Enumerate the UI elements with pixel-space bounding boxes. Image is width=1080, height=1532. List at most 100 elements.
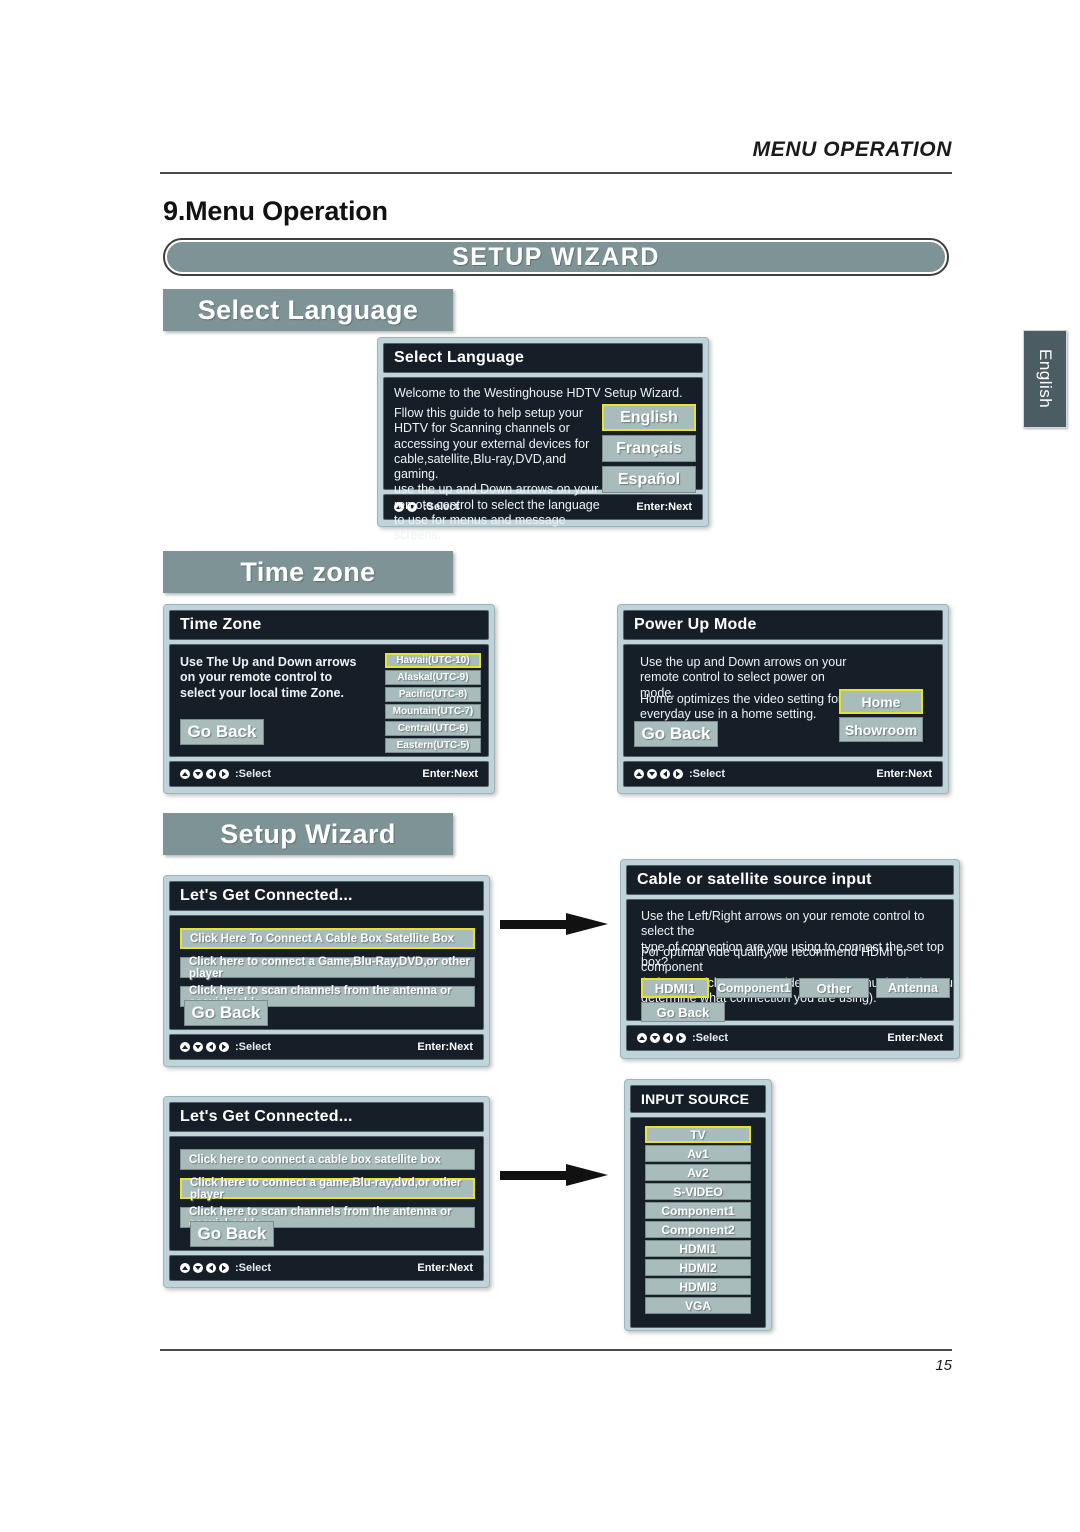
time-zone-option-eastern[interactable]: Eastern(UTC-5)	[385, 738, 481, 753]
chapter-title-text: Menu Operation	[185, 196, 388, 226]
osd-lets-get-connected-1: Let's Get Connected... Click Here To Con…	[163, 875, 490, 1067]
page-number: 15	[935, 1357, 952, 1374]
section-header-setup-wizard: Setup Wizard	[163, 813, 453, 855]
input-source-option-av1[interactable]: Av1	[645, 1145, 751, 1162]
select-language-line-1: Fllow this guide to help setup your	[394, 406, 583, 420]
section-header-select-language: Select Language	[163, 289, 453, 331]
osd-select-language: Select Language Welcome to the Westingho…	[377, 337, 709, 542]
input-source-option-s-video[interactable]: S-VIDEO	[645, 1183, 751, 1200]
osd-time-zone: Time Zone Use The Up and Down arrows on …	[163, 604, 495, 794]
cable-source-option-hdmi1[interactable]: HDMI1	[641, 978, 709, 998]
chapter-number: 9.	[163, 196, 186, 226]
select-language-line-8: to use for menus and message screens.	[394, 512, 566, 542]
osd-cable-source-body: Use the Left/Right arrows on your remote…	[626, 899, 954, 1022]
nav-down-icon	[647, 769, 657, 779]
cable-source-go-back-button[interactable]: Go Back	[641, 1002, 725, 1022]
language-option-espanol[interactable]: Español	[602, 466, 696, 493]
nav-up-icon	[634, 769, 644, 779]
input-source-option-av2[interactable]: Av2	[645, 1164, 751, 1181]
cable-source-option-antenna[interactable]: Antenna	[876, 978, 950, 998]
manual-page: MENU OPERATION 9.Menu Operation SETUP WI…	[0, 0, 1080, 1532]
footer-next-label: Enter:Next	[636, 501, 692, 513]
footer-next-label: Enter:Next	[422, 768, 478, 780]
power-up-mode-option-showroom[interactable]: Showroom	[839, 717, 923, 742]
language-option-english[interactable]: English	[602, 404, 696, 431]
connect-option-game-player[interactable]: Click here to connect a Game,Blu-Ray,DVD…	[180, 956, 475, 980]
footer-next-label: Enter:Next	[876, 768, 932, 780]
select-language-line-2: HDTV for Scanning channels or	[394, 421, 570, 436]
osd-time-zone-titlebar: Time Zone	[169, 610, 489, 640]
power-up-mode-line-1: Use the up and Down arrows on your	[640, 655, 847, 669]
nav-up-icon	[180, 1042, 190, 1052]
lets-get-connected-2-go-back-button[interactable]: Go Back	[190, 1221, 274, 1247]
cable-source-option-other[interactable]: Other	[799, 978, 869, 998]
nav-down-icon	[650, 1033, 660, 1043]
osd-select-language-titlebar: Select Language	[383, 343, 703, 373]
flow-arrow-2	[500, 1164, 608, 1186]
osd-select-language-body: Welcome to the Westinghouse HDTV Setup W…	[383, 377, 703, 542]
nav-up-icon	[180, 769, 190, 779]
nav-left-icon	[206, 1042, 216, 1052]
nav-down-icon	[193, 1263, 203, 1273]
osd-power-up-mode-titlebar: Power Up Mode	[623, 610, 943, 640]
select-language-line-6: use the up and Down arrows on your	[394, 482, 599, 497]
osd-power-up-mode-body: Use the up and Down arrows on your remot…	[623, 644, 943, 757]
input-source-option-hdmi1[interactable]: HDMI1	[645, 1240, 751, 1257]
input-source-option-tv[interactable]: TV	[645, 1126, 751, 1143]
osd-power-up-mode-title: Power Up Mode	[634, 616, 757, 633]
osd-cable-source-footer: :Select Enter:Next	[626, 1025, 954, 1051]
input-source-option-hdmi2[interactable]: HDMI2	[645, 1259, 751, 1276]
footer-next-label: Enter:Next	[417, 1262, 473, 1274]
connect2-option-game-player[interactable]: Click here to connect a game,Blu-ray,dvd…	[180, 1177, 475, 1201]
footer-next-label: Enter:Next	[887, 1032, 943, 1044]
language-side-tab-label: English	[1036, 349, 1055, 409]
footer-select-label: :Select	[235, 1041, 272, 1053]
time-zone-option-alaskal[interactable]: Alaskal(UTC-9)	[385, 670, 481, 685]
osd-input-source-titlebar: INPUT SOURCE	[630, 1085, 766, 1113]
flow-arrow-1	[500, 913, 608, 935]
nav-up-icon	[637, 1033, 647, 1043]
nav-down-icon	[193, 1042, 203, 1052]
setup-wizard-banner: SETUP WIZARD	[163, 238, 949, 276]
nav-right-icon	[673, 769, 683, 779]
connect-option-cable-box[interactable]: Click Here To Connect A Cable Box Satell…	[180, 928, 475, 949]
osd-lets-get-connected-2-body: Click here to connect a cable box satell…	[169, 1136, 484, 1251]
input-source-option-vga[interactable]: VGA	[645, 1297, 751, 1314]
osd-input-source-title: INPUT SOURCE	[641, 1091, 750, 1107]
nav-left-icon	[206, 769, 216, 779]
time-zone-option-pacific[interactable]: Pacific(UTC-8)	[385, 687, 481, 702]
nav-down-icon	[193, 769, 203, 779]
page-title: 9.Menu Operation	[163, 196, 388, 227]
time-zone-option-central[interactable]: Central(UTC-6)	[385, 721, 481, 736]
section-header-setup-wizard-label: Setup Wizard	[220, 818, 396, 849]
osd-lets-get-connected-1-footer: :Select Enter:Next	[169, 1034, 484, 1060]
osd-cable-or-satellite-source-input: Cable or satellite source input Use the …	[620, 859, 960, 1059]
header-rule	[160, 172, 952, 174]
nav-left-icon	[663, 1033, 673, 1043]
footer-select-label: :Select	[692, 1032, 729, 1044]
footer-next-label: Enter:Next	[417, 1041, 473, 1053]
time-zone-option-hawaii[interactable]: Hawaii(UTC-10)	[385, 653, 481, 668]
cable-source-line-1: Use the Left/Right arrows on your remote…	[641, 909, 925, 939]
power-up-mode-option-home[interactable]: Home	[839, 689, 923, 714]
power-up-mode-go-back-button[interactable]: Go Back	[634, 721, 718, 747]
input-source-option-component1[interactable]: Component1	[645, 1202, 751, 1219]
footer-select-label: :Select	[689, 768, 726, 780]
osd-cable-source-title: Cable or satellite source input	[637, 871, 872, 888]
input-source-option-hdmi3[interactable]: HDMI3	[645, 1278, 751, 1295]
select-language-line-5: gaming.	[394, 467, 439, 481]
cable-source-option-component1[interactable]: Component1	[716, 978, 792, 998]
nav-right-icon	[676, 1033, 686, 1043]
time-zone-go-back-button[interactable]: Go Back	[180, 719, 264, 745]
input-source-option-component2[interactable]: Component2	[645, 1221, 751, 1238]
osd-input-source: INPUT SOURCE TV Av1 Av2 S-VIDEO Componen…	[624, 1079, 772, 1331]
language-option-francais[interactable]: Français	[602, 435, 696, 462]
lets-get-connected-1-go-back-button[interactable]: Go Back	[184, 1000, 268, 1026]
osd-input-source-body: TV Av1 Av2 S-VIDEO Component1 Component2…	[630, 1117, 766, 1328]
connect2-option-cable-box[interactable]: Click here to connect a cable box satell…	[180, 1149, 475, 1170]
osd-cable-source-titlebar: Cable or satellite source input	[626, 865, 954, 895]
time-zone-line-3: select your local time Zone.	[180, 685, 344, 700]
section-header-select-language-label: Select Language	[197, 294, 419, 325]
time-zone-option-mountain[interactable]: Mountain(UTC-7)	[385, 704, 481, 719]
time-zone-line-1: Use The Up and Down arrows	[180, 655, 357, 669]
